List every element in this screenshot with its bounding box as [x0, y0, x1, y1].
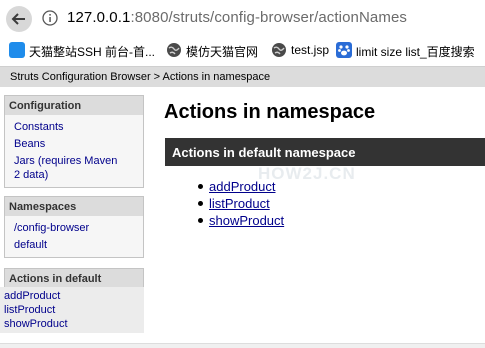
- sidebar-link-showproduct[interactable]: showProduct: [4, 318, 68, 331]
- bookmark-item[interactable]: 模仿天猫官网: [166, 41, 266, 59]
- url-host: 127.0.0.1: [67, 9, 131, 26]
- panel-title: Namespaces: [5, 197, 143, 216]
- panel-body: /config-browser default: [5, 216, 143, 257]
- namespaces-panel: Namespaces /config-browser default: [4, 196, 144, 258]
- bookmark-label: limit size list_百度搜索: [356, 45, 475, 59]
- back-button[interactable]: [6, 6, 32, 32]
- breadcrumb: Struts Configuration Browser > Actions i…: [0, 66, 485, 87]
- panel-title: Configuration: [5, 96, 143, 115]
- sidebar-link-beans[interactable]: Beans: [14, 138, 45, 151]
- arrow-left-icon: [11, 13, 25, 25]
- bullet-icon: [198, 201, 203, 206]
- sidebar-link-jars-cont[interactable]: 2 data): [14, 169, 48, 182]
- sidebar-link-constants[interactable]: Constants: [14, 121, 64, 134]
- action-link-showproduct[interactable]: showProduct: [209, 213, 284, 228]
- globe-icon: [167, 43, 181, 57]
- breadcrumb-text: Struts Configuration Browser > Actions i…: [10, 71, 271, 83]
- configuration-panel: Configuration Constants Beans Jars (requ…: [4, 95, 144, 188]
- bullet-icon: [198, 218, 203, 223]
- actions-panel: Actions in default addProduct listProduc…: [0, 268, 144, 334]
- sidebar-link-default[interactable]: default: [14, 239, 47, 252]
- action-link-listproduct[interactable]: listProduct: [209, 196, 270, 211]
- bookmark-label: 模仿天猫官网: [186, 45, 259, 59]
- horizontal-scrollbar[interactable]: [0, 343, 485, 348]
- bullet-icon: [198, 184, 203, 189]
- address-bar: 127.0.0.1:8080/struts/config-browser/act…: [0, 0, 485, 38]
- url-field[interactable]: 127.0.0.1:8080/struts/config-browser/act…: [67, 9, 407, 26]
- panel-body: addProduct listProduct showProduct: [0, 287, 144, 333]
- section-title: Actions in default namespace: [172, 145, 356, 160]
- globe-icon: [272, 43, 286, 57]
- url-path: :8080/struts/config-browser/actionNames: [130, 9, 407, 26]
- bookmark-item[interactable]: test.jsp: [271, 41, 331, 59]
- page-title: Actions in namespace: [164, 101, 376, 123]
- section-header: Actions in default namespace: [165, 138, 485, 166]
- sidebar-link-config-browser[interactable]: /config-browser: [14, 222, 89, 235]
- bookmark-item[interactable]: limit size list_百度搜索: [336, 41, 485, 59]
- info-icon[interactable]: [42, 10, 58, 26]
- panel-body: Constants Beans Jars (requires Maven 2 d…: [5, 115, 143, 187]
- baidu-paw-icon: [336, 42, 352, 58]
- sidebar-link-addproduct[interactable]: addProduct: [4, 290, 60, 303]
- bookmark-item[interactable]: 天猫整站SSH 前台-首...: [9, 41, 161, 59]
- bookmark-blue-icon: [9, 42, 25, 58]
- action-link-addproduct[interactable]: addProduct: [209, 179, 276, 194]
- sidebar-link-listproduct[interactable]: listProduct: [4, 304, 55, 317]
- bookmark-label: 天猫整站SSH 前台-首...: [29, 45, 156, 59]
- bookmarks-bar: 天猫整站SSH 前台-首... 模仿天猫官网 test.jsp limit si…: [0, 38, 485, 62]
- bookmark-label: test.jsp: [291, 43, 330, 57]
- panel-title: Actions in default: [4, 268, 144, 287]
- sidebar-link-jars[interactable]: Jars (requires Maven: [14, 155, 117, 168]
